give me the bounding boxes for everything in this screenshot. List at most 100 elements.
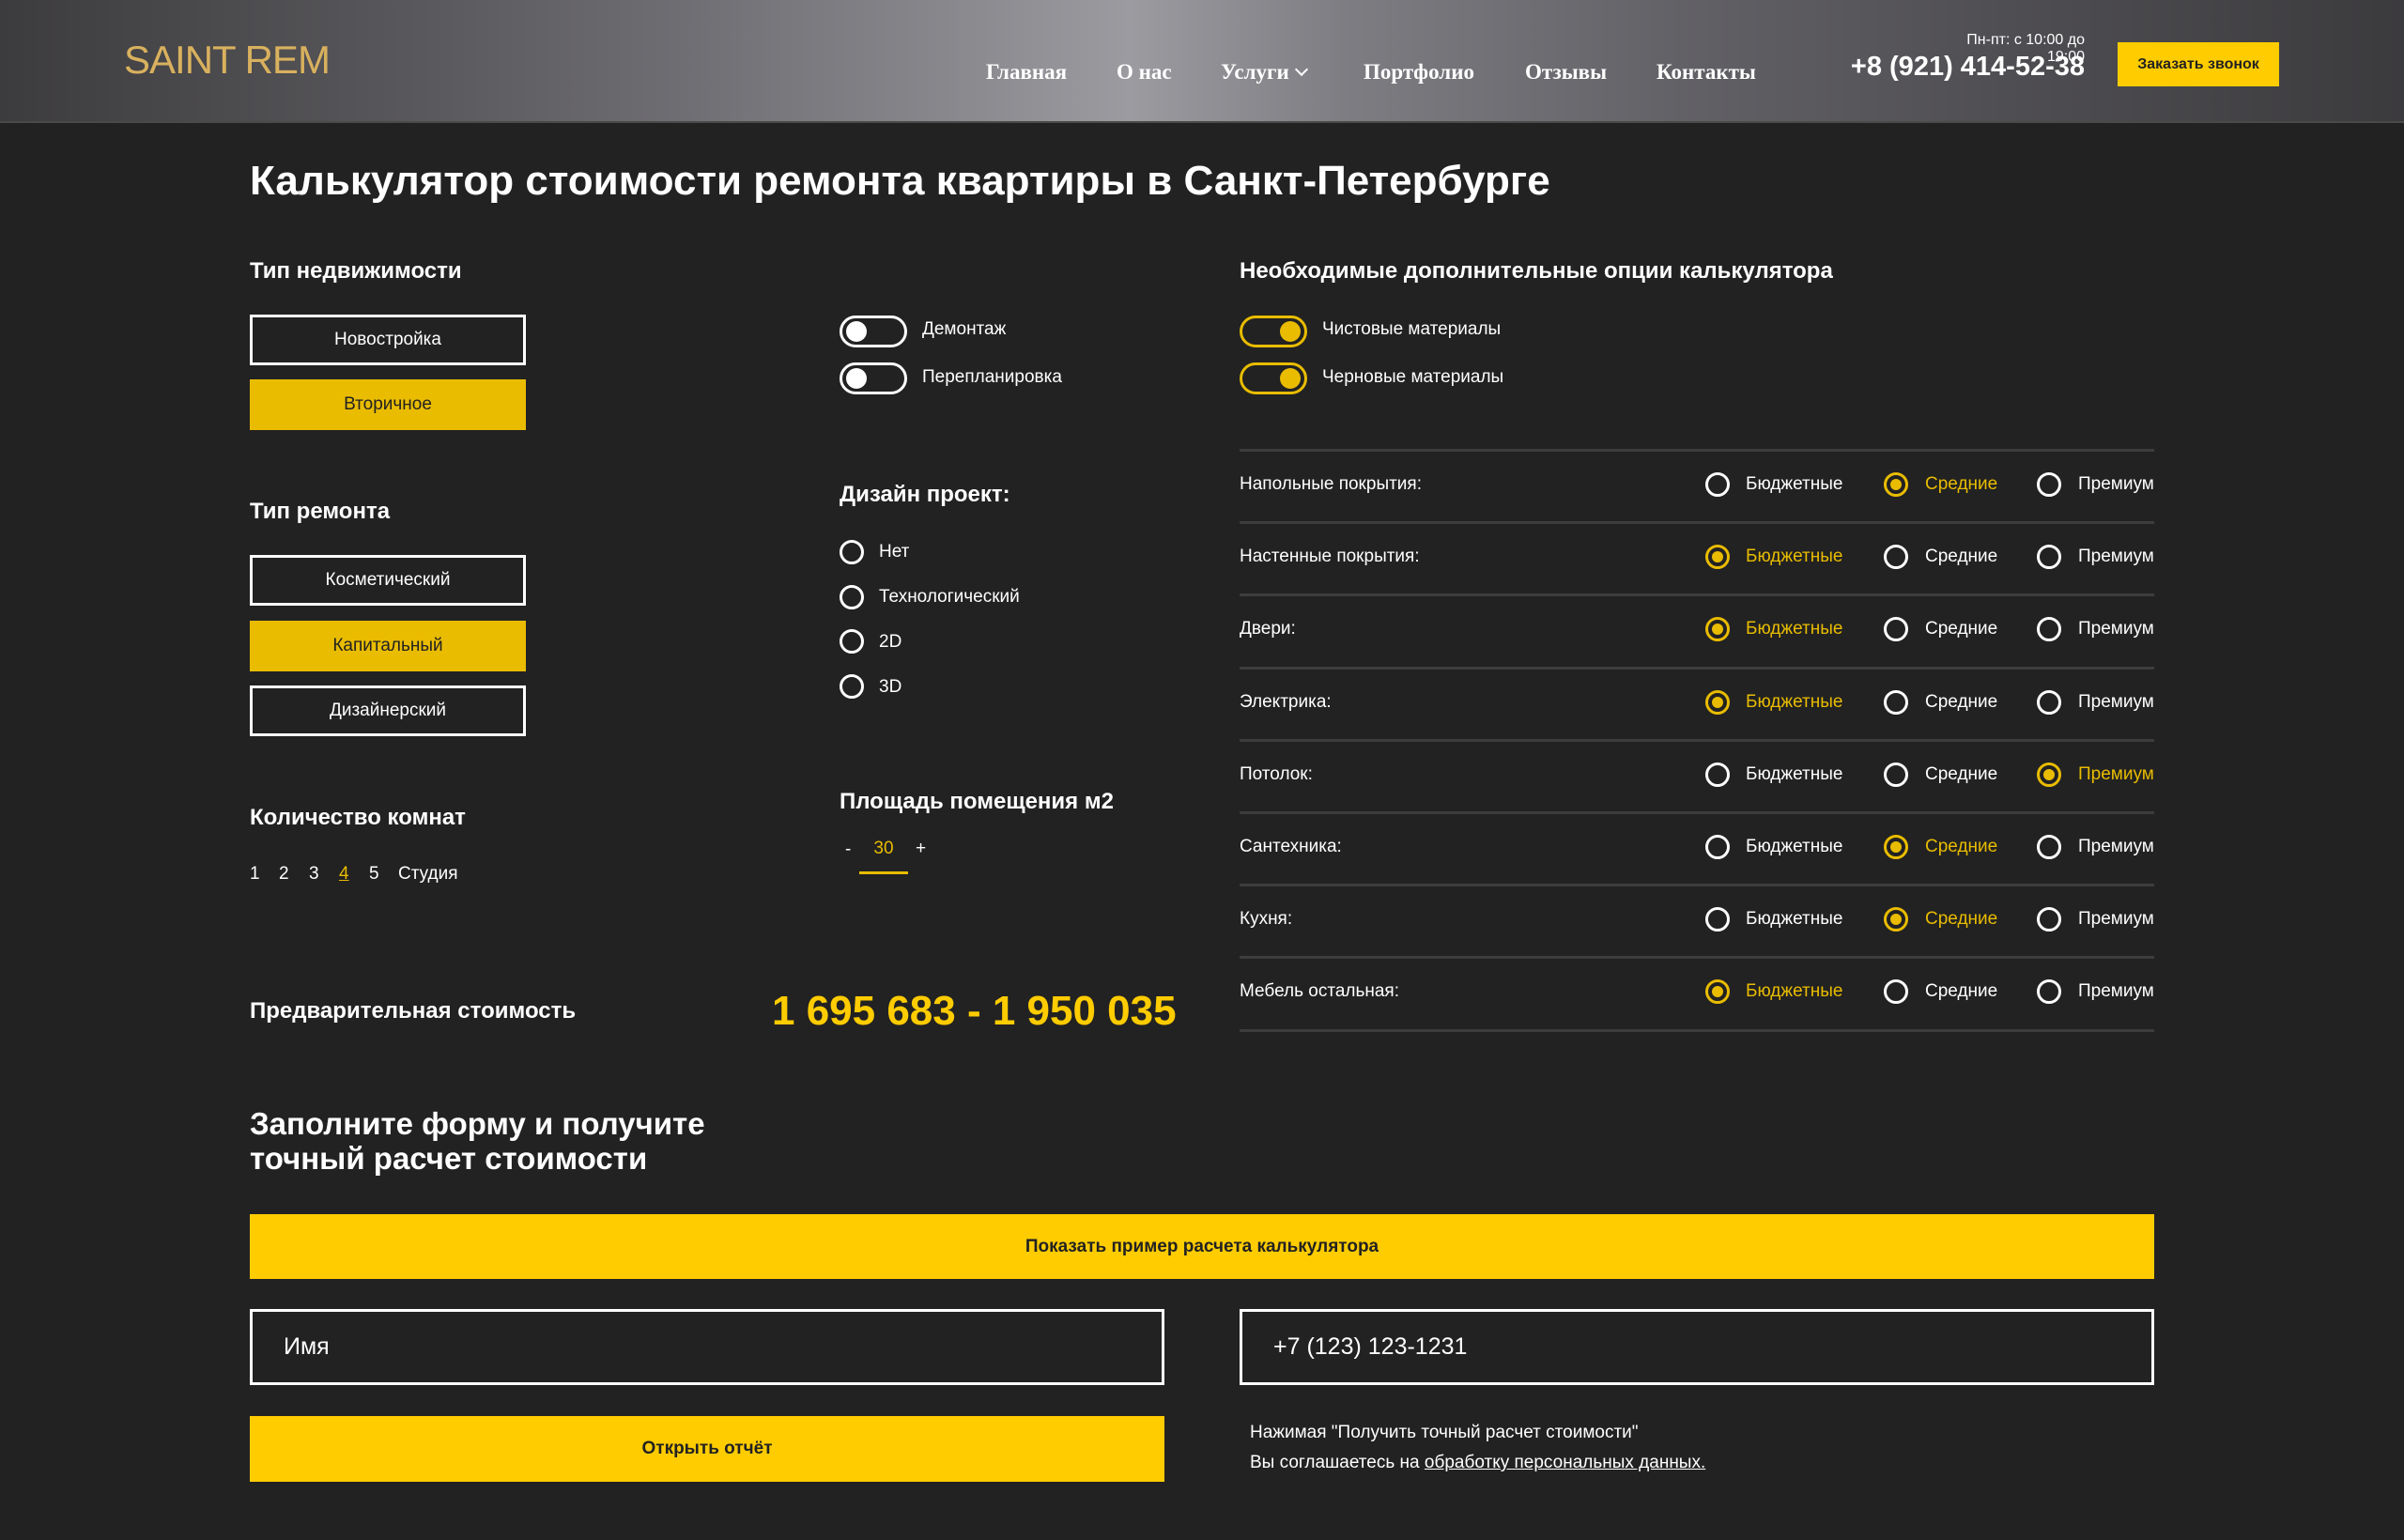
page-title: Калькулятор стоимости ремонта квартиры в… — [250, 158, 1550, 204]
option-row-budget-radio[interactable] — [1705, 979, 1730, 1004]
logo[interactable]: SAINT REM — [124, 38, 331, 83]
option-row-medium-radio[interactable] — [1884, 979, 1908, 1004]
option-row-premium-radio[interactable] — [2037, 690, 2061, 715]
site-header: SAINT REM Главная О нас Услуги Портфолио… — [0, 0, 2404, 123]
option-row-medium-radio[interactable] — [1884, 545, 1908, 569]
option-row-premium-radio[interactable] — [2037, 545, 2061, 569]
nav-services-label: Услуги — [1221, 60, 1289, 84]
nav-about[interactable]: О нас — [1117, 60, 1172, 85]
order-call-button[interactable]: Заказать звонок — [2118, 42, 2279, 86]
option-row-medium-radio[interactable] — [1884, 835, 1908, 859]
room-option-5[interactable]: 5 — [369, 864, 379, 885]
option-row-budget-radio[interactable] — [1705, 762, 1730, 787]
show-example-button[interactable]: Показать пример расчета калькулятора — [250, 1214, 2154, 1279]
finish-materials-label: Чистовые материалы — [1322, 319, 1502, 339]
design-project-label: Дизайн проект: — [840, 482, 1010, 507]
option-row-premium-label: Премиум — [2078, 909, 2154, 929]
property-secondary-button[interactable]: Вторичное — [250, 379, 526, 430]
option-row-premium-radio[interactable] — [2037, 762, 2061, 787]
option-row-budget-radio[interactable] — [1705, 472, 1730, 497]
form-title-line-2: точный расчет стоимости — [250, 1141, 648, 1176]
repair-capital-button[interactable]: Капитальный — [250, 621, 526, 671]
form-title-line-1: Заполните форму и получите — [250, 1106, 705, 1141]
design-2d-radio[interactable] — [840, 629, 864, 654]
option-row-medium-radio[interactable] — [1884, 690, 1908, 715]
option-row-premium-radio[interactable] — [2037, 835, 2061, 859]
option-row-premium-label: Премиум — [2078, 837, 2154, 856]
repair-cosmetic-button[interactable]: Косметический — [250, 555, 526, 606]
option-row-medium-radio[interactable] — [1884, 472, 1908, 497]
toggle-knob — [1280, 368, 1301, 389]
option-row-budget-radio[interactable] — [1705, 835, 1730, 859]
property-type-label: Тип недвижимости — [250, 258, 462, 284]
toggle-knob — [846, 321, 867, 342]
option-row-premium-radio[interactable] — [2037, 472, 2061, 497]
option-row-medium-label: Средние — [1925, 619, 1998, 639]
option-row-budget-label: Бюджетные — [1746, 909, 1843, 929]
nav-home[interactable]: Главная — [986, 60, 1067, 85]
row-divider — [1240, 811, 2154, 814]
replanning-toggle[interactable] — [840, 362, 907, 394]
design-none-radio[interactable] — [840, 540, 864, 564]
row-divider — [1240, 593, 2154, 596]
option-row-premium-radio[interactable] — [2037, 617, 2061, 641]
option-row-budget-label: Бюджетные — [1746, 547, 1843, 566]
design-3d-label: 3D — [879, 677, 902, 697]
area-value-input[interactable]: 30 — [859, 839, 908, 859]
name-input[interactable] — [250, 1309, 1164, 1385]
area-decrease-button[interactable]: - — [845, 839, 851, 860]
room-option-4[interactable]: 4 — [339, 864, 349, 885]
nav-services[interactable]: Услуги — [1221, 60, 1308, 85]
option-row-premium-label: Премиум — [2078, 547, 2154, 566]
privacy-link[interactable]: обработку персональных данных. — [1425, 1453, 1705, 1472]
nav-contacts[interactable]: Контакты — [1657, 60, 1756, 85]
price-value: 1 695 683 - 1 950 035 — [772, 988, 1177, 1034]
option-row-budget-radio[interactable] — [1705, 907, 1730, 932]
rooms-label: Количество комнат — [250, 805, 466, 830]
option-row-medium-label: Средние — [1925, 692, 1998, 712]
option-row-premium-radio[interactable] — [2037, 907, 2061, 932]
option-row-budget-label: Бюджетные — [1746, 474, 1843, 494]
room-option-1[interactable]: 1 — [250, 864, 260, 885]
option-row-budget-label: Бюджетные — [1746, 764, 1843, 784]
option-row-premium-radio[interactable] — [2037, 979, 2061, 1004]
rough-materials-label: Черновые материалы — [1322, 367, 1504, 387]
phone-input[interactable] — [1240, 1309, 2154, 1385]
nav-reviews[interactable]: Отзывы — [1525, 60, 1607, 85]
option-row-budget-radio[interactable] — [1705, 617, 1730, 641]
finish-materials-toggle[interactable] — [1240, 316, 1307, 347]
price-label: Предварительная стоимость — [250, 998, 577, 1024]
area-increase-button[interactable]: + — [916, 839, 926, 859]
option-row-medium-label: Средние — [1925, 764, 1998, 784]
area-label: Площадь помещения м2 — [840, 789, 1114, 814]
property-new-building-button[interactable]: Новостройка — [250, 315, 526, 365]
option-row-medium-radio[interactable] — [1884, 762, 1908, 787]
design-2d-label: 2D — [879, 632, 902, 652]
consent-text: Нажимая "Получить точный расчет стоимост… — [1250, 1418, 1705, 1478]
room-option-3[interactable]: 3 — [309, 864, 319, 885]
option-row-label: Мебель остальная: — [1240, 981, 1399, 1001]
header-phone[interactable]: +8 (921) 414-52-38 — [1841, 52, 2085, 83]
nav-portfolio[interactable]: Портфолио — [1364, 60, 1474, 85]
room-option-2[interactable]: 2 — [279, 864, 289, 885]
option-row-medium-label: Средние — [1925, 474, 1998, 494]
option-row-budget-radio[interactable] — [1705, 690, 1730, 715]
option-row-label: Потолок: — [1240, 764, 1313, 784]
option-row-medium-label: Средние — [1925, 837, 1998, 856]
rough-materials-toggle[interactable] — [1240, 362, 1307, 394]
design-3d-radio[interactable] — [840, 674, 864, 699]
demolition-label: Демонтаж — [922, 319, 1007, 339]
option-row-premium-label: Премиум — [2078, 474, 2154, 494]
open-report-button[interactable]: Открыть отчёт — [250, 1416, 1164, 1482]
option-row-premium-label: Премиум — [2078, 619, 2154, 639]
option-row-medium-radio[interactable] — [1884, 907, 1908, 932]
option-row-budget-radio[interactable] — [1705, 545, 1730, 569]
consent-line-1: Нажимая "Получить точный расчет стоимост… — [1250, 1423, 1639, 1442]
room-option-studio[interactable]: Студия — [398, 864, 458, 885]
demolition-toggle[interactable] — [840, 316, 907, 347]
form-title: Заполните форму и получите точный расчет… — [250, 1106, 705, 1176]
option-row-medium-radio[interactable] — [1884, 617, 1908, 641]
toggle-knob — [1280, 321, 1301, 342]
repair-designer-button[interactable]: Дизайнерский — [250, 685, 526, 736]
design-tech-radio[interactable] — [840, 585, 864, 609]
